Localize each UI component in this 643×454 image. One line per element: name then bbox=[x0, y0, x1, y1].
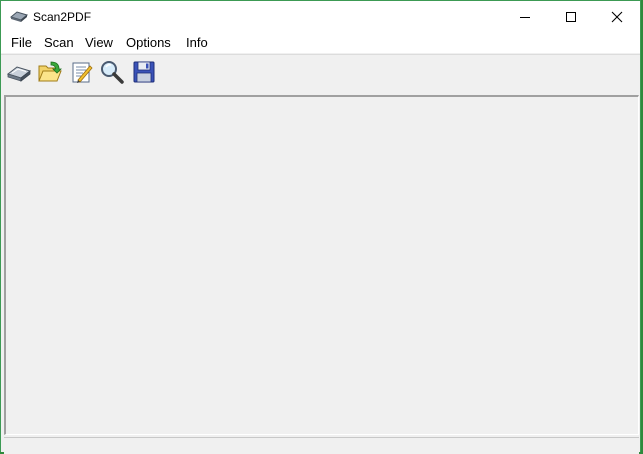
close-button[interactable] bbox=[594, 1, 640, 33]
menu-info[interactable]: Info bbox=[184, 35, 210, 51]
app-window: Scan2PDF File Scan View Options Info bbox=[0, 0, 641, 454]
edit-button[interactable] bbox=[69, 59, 95, 85]
scan-button[interactable] bbox=[6, 59, 32, 85]
menu-file[interactable]: File bbox=[9, 35, 34, 51]
toolbar bbox=[1, 54, 640, 95]
maximize-button[interactable] bbox=[548, 1, 594, 33]
menu-bar: File Scan View Options Info bbox=[1, 33, 640, 53]
menu-view[interactable]: View bbox=[83, 35, 115, 51]
minimize-button[interactable] bbox=[502, 1, 548, 33]
document-view-area[interactable] bbox=[4, 95, 639, 435]
save-button[interactable] bbox=[131, 59, 157, 85]
open-folder-icon bbox=[38, 61, 62, 82]
save-disk-icon bbox=[133, 61, 155, 83]
scanner-icon bbox=[6, 66, 32, 82]
window-title: Scan2PDF bbox=[33, 10, 92, 24]
minimize-icon bbox=[520, 17, 530, 18]
menu-scan[interactable]: Scan bbox=[42, 35, 76, 51]
edit-document-icon bbox=[72, 62, 93, 83]
menu-options[interactable]: Options bbox=[124, 35, 173, 51]
title-bar[interactable]: Scan2PDF bbox=[1, 1, 640, 33]
zoom-button[interactable] bbox=[99, 59, 125, 85]
scanner-app-icon bbox=[9, 9, 29, 23]
status-bar bbox=[4, 437, 639, 454]
open-button[interactable] bbox=[37, 59, 63, 85]
maximize-icon bbox=[566, 12, 576, 22]
zoom-icon bbox=[101, 61, 124, 84]
close-icon bbox=[611, 11, 623, 23]
